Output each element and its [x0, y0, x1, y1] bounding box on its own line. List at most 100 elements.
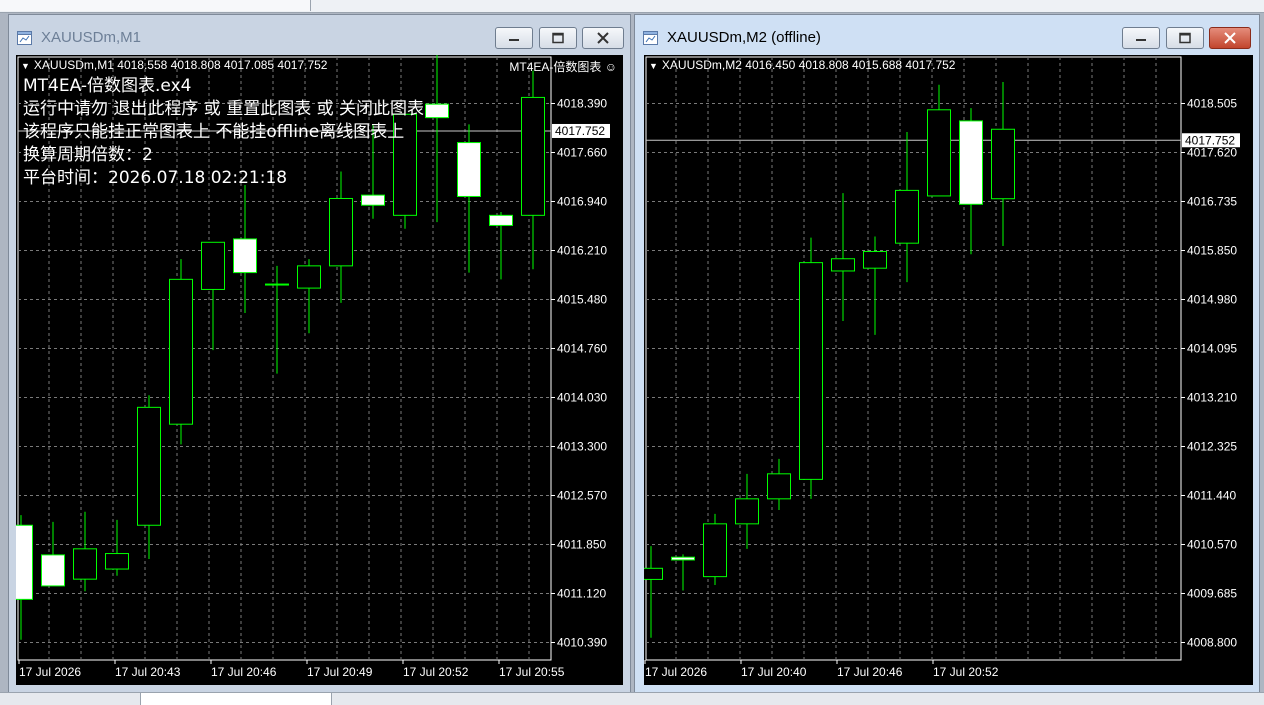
- candle-body: [425, 103, 449, 119]
- candle-body: [16, 524, 33, 600]
- close-icon: [597, 32, 609, 44]
- maximize-icon: [552, 32, 564, 44]
- candle-body: [73, 548, 97, 580]
- time-label: 17 Jul 20:40: [741, 665, 807, 679]
- price-label: 4013.300: [557, 440, 607, 454]
- candle-body: [644, 567, 663, 580]
- time-label: 17 Jul 20:55: [499, 665, 565, 679]
- candle-body: [671, 556, 695, 561]
- time-label: 17 Jul 20:46: [211, 665, 277, 679]
- price-label: 4012.325: [1187, 440, 1237, 454]
- bottom-tab[interactable]: [141, 693, 332, 705]
- time-label: 17 Jul 20:46: [837, 665, 903, 679]
- maximize-button[interactable]: [1166, 27, 1204, 49]
- comment-line: 该程序只能挂正常图表上 不能挂offline离线图表上: [23, 122, 405, 142]
- candle-body: [105, 553, 129, 570]
- close-button[interactable]: [582, 27, 624, 49]
- close-icon: [1224, 32, 1236, 44]
- minimize-icon: [1136, 39, 1146, 41]
- current-price-label: 4017.752: [555, 124, 605, 138]
- chart-window-m1[interactable]: XAUUSDm,M1 4018.390 4017.660 4016.940 4016.…: [8, 14, 631, 694]
- candle-body: [831, 258, 855, 272]
- candle-body: [41, 554, 65, 587]
- price-label: 4016.210: [557, 244, 607, 258]
- comment-line: 平台时间：2026.07.18 02:21:18: [23, 168, 288, 188]
- price-label: 4017.660: [557, 146, 607, 160]
- candle-body: [201, 241, 225, 290]
- candle-body: [991, 128, 1015, 200]
- price-label: 4014.030: [557, 391, 607, 405]
- time-label: 17 Jul 20:49: [307, 665, 373, 679]
- price-label: 4015.850: [1187, 244, 1237, 258]
- time-label: 17 Jul 2026: [19, 665, 81, 679]
- minimize-icon: [509, 39, 519, 41]
- candle-body: [735, 498, 759, 525]
- comment-line: 换算周期倍数：2: [23, 145, 153, 165]
- price-label: 4018.390: [557, 97, 607, 111]
- expert-advisor-label[interactable]: MT4EA-倍数图表 ☺: [509, 58, 617, 75]
- price-label: 4016.940: [557, 195, 607, 209]
- bottom-tab[interactable]: [0, 693, 141, 705]
- chart-window-icon: [17, 31, 32, 45]
- chart-window-icon: [643, 31, 658, 45]
- candle-body: [233, 238, 257, 274]
- window-titlebar[interactable]: XAUUSDm,M1: [9, 15, 630, 53]
- price-label: 4010.390: [557, 636, 607, 650]
- collapse-triangle-icon: ▼: [21, 61, 30, 71]
- price-chart[interactable]: 4018.390 4017.660 4016.940 4016.210 4015.480…: [16, 55, 623, 685]
- candle-body: [265, 283, 289, 286]
- comment-line: MT4EA-倍数图表.ex4: [23, 76, 192, 96]
- chart-window-m2-offline[interactable]: XAUUSDm,M2 (offline) 4018.505 4017.620 401…: [634, 14, 1260, 694]
- current-price-label: 4017.752: [1185, 133, 1235, 147]
- candle-body: [927, 109, 951, 197]
- price-label: 4008.800: [1187, 636, 1237, 650]
- price-chart[interactable]: 4018.505 4017.620 4016.735 4015.850 4014.980…: [644, 55, 1253, 685]
- price-label: 4014.980: [1187, 293, 1237, 307]
- candle-body: [457, 142, 481, 197]
- window-titlebar[interactable]: XAUUSDm,M2 (offline): [635, 15, 1259, 53]
- candle-body: [297, 265, 321, 289]
- price-label: 4012.570: [557, 489, 607, 503]
- ea-name: MT4EA-倍数图表: [509, 60, 602, 74]
- candle-body: [959, 120, 983, 205]
- ea-comment: MT4EA-倍数图表.ex4 运行中请勿 退出此程序 或 重置此图表 或 关闭此…: [23, 75, 424, 190]
- time-label: 17 Jul 20:43: [115, 665, 181, 679]
- ohlc-info-text: XAUUSDm,M1 4018.558 4018.808 4017.085 40…: [33, 58, 328, 72]
- candle-body: [489, 214, 513, 226]
- candle-body: [799, 262, 823, 480]
- toolbar-segment: [0, 0, 311, 11]
- price-label: 4009.685: [1187, 587, 1237, 601]
- candlestick-chart-svg: 4018.505 4017.620 4016.735 4015.850 4014.980…: [644, 56, 1240, 679]
- candle-body: [329, 197, 353, 267]
- maximize-button[interactable]: [539, 27, 577, 49]
- candle-body: [361, 194, 385, 206]
- ohlc-info-text: XAUUSDm,M2 4016.450 4018.808 4015.688 40…: [661, 58, 956, 72]
- price-label: 4010.570: [1187, 538, 1237, 552]
- price-label: 4014.760: [557, 342, 607, 356]
- price-label: 4018.505: [1187, 97, 1237, 111]
- candle-body: [521, 96, 545, 216]
- price-label: 4015.480: [557, 293, 607, 307]
- candle-body: [767, 473, 791, 500]
- price-label: 4013.210: [1187, 391, 1237, 405]
- candle-body: [703, 523, 727, 578]
- minimize-button[interactable]: [1122, 27, 1160, 49]
- symbol-info-line: ▼ XAUUSDm,M2 4016.450 4018.808 4015.688 4…: [649, 58, 955, 72]
- time-label: 17 Jul 2026: [645, 665, 707, 679]
- price-label: 4011.120: [557, 587, 606, 601]
- price-label: 4017.620: [1187, 146, 1237, 160]
- top-toolbar-strip: [0, 0, 1264, 13]
- price-label: 4011.440: [1187, 489, 1236, 503]
- smiley-face-icon: ☺: [604, 60, 617, 74]
- bottom-tab-bar: [0, 692, 1264, 705]
- candle-body: [863, 251, 887, 269]
- candle-body: [895, 189, 919, 244]
- time-label: 17 Jul 20:52: [403, 665, 469, 679]
- candle-body: [137, 406, 161, 526]
- candle-body: [169, 278, 193, 425]
- collapse-triangle-icon: ▼: [649, 61, 658, 71]
- price-label: 4016.735: [1187, 195, 1237, 209]
- close-button[interactable]: [1209, 27, 1251, 49]
- minimize-button[interactable]: [495, 27, 533, 49]
- price-label: 4011.850: [557, 538, 606, 552]
